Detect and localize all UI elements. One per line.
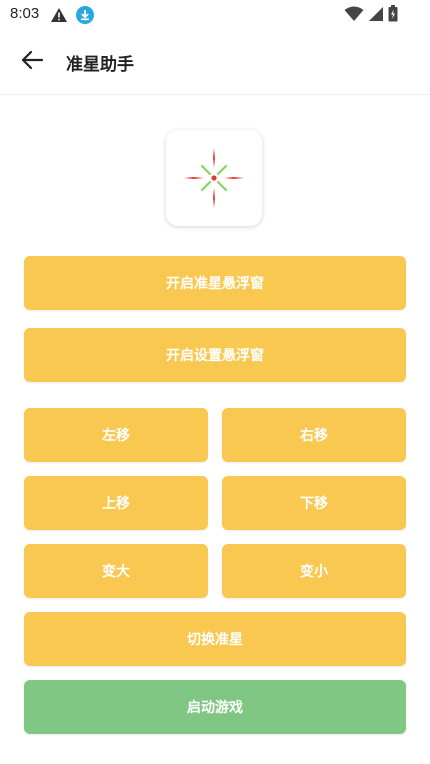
- arrow-left-icon: [21, 50, 44, 74]
- wifi-icon: [344, 6, 364, 26]
- open-crosshair-overlay-button[interactable]: 开启准星悬浮窗: [24, 256, 406, 310]
- move-up-button[interactable]: 上移: [24, 476, 208, 530]
- signal-icon: [368, 6, 384, 26]
- app-bar: 准星助手: [0, 30, 430, 95]
- back-button[interactable]: [18, 48, 46, 76]
- move-down-button[interactable]: 下移: [222, 476, 406, 530]
- shrink-button[interactable]: 变小: [222, 544, 406, 598]
- warning-icon: [50, 7, 68, 27]
- status-bar: 8:03: [0, 0, 430, 30]
- download-icon: [76, 6, 94, 28]
- switch-crosshair-button[interactable]: 切换准星: [24, 612, 406, 666]
- crosshair-preview: [166, 130, 262, 226]
- move-left-button[interactable]: 左移: [24, 408, 208, 462]
- open-settings-overlay-button[interactable]: 开启设置悬浮窗: [24, 328, 406, 382]
- move-right-button[interactable]: 右移: [222, 408, 406, 462]
- battery-icon: [388, 5, 398, 26]
- page-title: 准星助手: [66, 55, 134, 75]
- enlarge-button[interactable]: 变大: [24, 544, 208, 598]
- launch-game-button[interactable]: 启动游戏: [24, 680, 406, 734]
- status-time: 8:03: [10, 5, 40, 22]
